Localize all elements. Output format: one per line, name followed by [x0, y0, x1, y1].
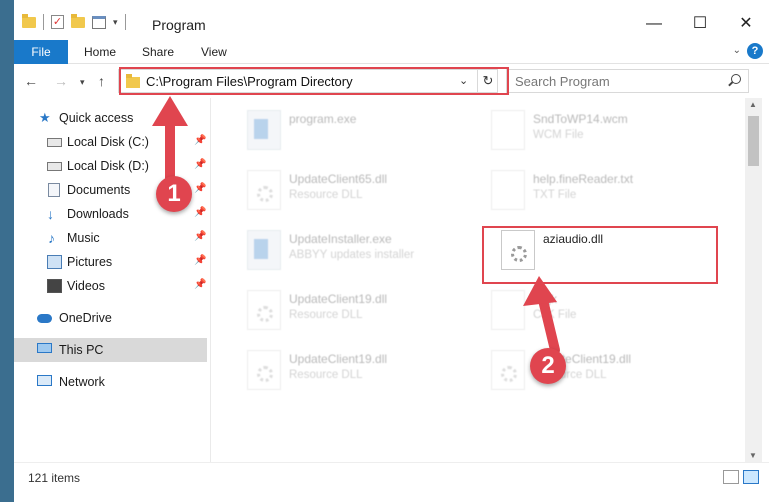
callout-number-2: 2	[530, 348, 566, 384]
search-input[interactable]: Search Program	[506, 69, 749, 93]
file-type: Resource DLL	[289, 309, 363, 321]
star-icon: ★	[39, 110, 51, 125]
disk-icon	[47, 162, 62, 171]
forward-arrow-icon[interactable]: →	[54, 73, 68, 89]
tab-view[interactable]: View	[201, 40, 227, 64]
file-name: UpdateClient65.dll	[289, 172, 388, 186]
file-item[interactable]: help.fineReader.txt TXT File	[481, 162, 721, 222]
pin-icon[interactable]: 📌	[194, 279, 206, 290]
file-type: Resource DLL	[289, 189, 363, 201]
nav-label: Music	[67, 231, 100, 245]
file-item[interactable]: SndToWP14.wcm WCM File	[481, 102, 721, 162]
file-name: help.fineReader.txt	[533, 172, 634, 186]
file-name: UpdateInstaller.exe	[289, 232, 392, 246]
view-toggle	[723, 470, 759, 484]
properties-check-icon[interactable]: ✓	[51, 15, 64, 29]
file-item[interactable]: UpdateInstaller.exe ABBYY updates instal…	[237, 222, 477, 282]
close-button[interactable]: ✕	[723, 10, 769, 40]
file-type: WCM File	[533, 129, 584, 141]
item-count: 121 items	[28, 471, 81, 485]
scroll-thumb[interactable]	[748, 116, 759, 166]
file-type: TXT File	[533, 189, 577, 201]
recent-locations-chevron-icon[interactable]: ▾	[80, 77, 85, 88]
file-item[interactable]: program.exe	[237, 102, 477, 162]
search-placeholder: Search Program	[515, 74, 610, 89]
toolbar-separator	[43, 14, 44, 30]
callout-number-1: 1	[156, 176, 192, 212]
music-icon: ♪	[48, 230, 55, 246]
nav-item-onedrive[interactable]: OneDrive	[14, 306, 207, 330]
nav-item-music[interactable]: ♪ Music 📌	[14, 226, 207, 250]
file-item[interactable]: UpdateClient19.dll Resource DLL	[237, 282, 477, 342]
folder-icon	[22, 13, 36, 28]
pin-icon[interactable]: 📌	[194, 255, 206, 266]
explorer-window: ✓ ▾ Program — ☐ ✕ File Home Share View ⌄…	[14, 0, 769, 502]
disk-icon	[47, 138, 62, 147]
exe-file-icon	[247, 110, 281, 150]
expand-ribbon-chevron-icon[interactable]: ⌄	[733, 45, 741, 56]
file-item[interactable]: UpdateClient19.dll Resource DLL	[237, 342, 477, 402]
text-file-icon	[491, 170, 525, 210]
text-file-icon	[491, 110, 525, 150]
up-arrow-icon[interactable]: ↑	[98, 73, 105, 89]
vertical-scrollbar[interactable]: ▲ ▼	[745, 98, 762, 462]
nav-label: OneDrive	[59, 311, 112, 325]
details-view-icon[interactable]	[723, 470, 739, 484]
ribbon-tabs: File Home Share View ⌄ ?	[14, 40, 769, 100]
cloud-icon	[37, 314, 52, 323]
toolbar-separator	[124, 14, 126, 30]
dll-file-icon	[247, 170, 281, 210]
nav-label: Downloads	[67, 207, 129, 221]
back-arrow-icon[interactable]: ←	[24, 73, 38, 89]
address-bar-highlight	[119, 67, 509, 95]
arrow-2-icon	[523, 276, 560, 355]
nav-item-this-pc[interactable]: This PC	[14, 338, 207, 362]
pc-icon	[37, 343, 52, 353]
nav-item-network[interactable]: Network	[14, 370, 207, 394]
videos-icon	[47, 279, 62, 293]
scroll-up-icon[interactable]: ▲	[749, 100, 757, 109]
nav-item-videos[interactable]: Videos 📌	[14, 274, 207, 298]
nav-item-pictures[interactable]: Pictures 📌	[14, 250, 207, 274]
window-title: Program	[152, 17, 206, 33]
dll-file-icon	[247, 350, 281, 390]
file-item[interactable]: UpdateClient65.dll Resource DLL	[237, 162, 477, 222]
minimize-button[interactable]: —	[631, 10, 677, 40]
nav-label: Videos	[67, 279, 105, 293]
exe-file-icon	[247, 230, 281, 270]
dll-file-icon	[247, 290, 281, 330]
nav-label: Network	[59, 375, 105, 389]
documents-icon	[48, 183, 60, 197]
quick-access-toolbar: ✓ ▾	[22, 13, 126, 30]
file-type: Resource DLL	[289, 369, 363, 381]
nav-label: Pictures	[67, 255, 113, 269]
pin-icon[interactable]: 📌	[194, 207, 206, 218]
large-icons-view-icon[interactable]	[743, 470, 759, 484]
scroll-down-icon[interactable]: ▼	[749, 451, 757, 460]
tab-share[interactable]: Share	[142, 40, 174, 64]
downloads-icon: ↓	[47, 206, 54, 222]
nav-label: This PC	[59, 343, 104, 357]
status-bar: 121 items	[14, 462, 769, 502]
pictures-icon	[47, 255, 62, 269]
nav-label: Local Disk (D:)	[67, 159, 149, 173]
properties-icon[interactable]	[92, 15, 106, 29]
pin-icon[interactable]: 📌	[194, 231, 206, 242]
file-type: ABBYY updates installer	[289, 249, 415, 261]
network-icon	[37, 375, 52, 386]
nav-label: Quick access	[59, 111, 134, 125]
file-name: program.exe	[289, 112, 357, 126]
search-icon	[731, 74, 741, 84]
file-name: UpdateClient19.dll	[289, 352, 388, 366]
window-controls: — ☐ ✕	[631, 10, 769, 40]
customize-toolbar-chevron-icon[interactable]: ▾	[113, 17, 118, 28]
file-name: SndToWP14.wcm	[533, 112, 628, 126]
file-name: UpdateClient19.dll	[289, 292, 388, 306]
nav-label: Documents	[67, 183, 131, 197]
new-folder-icon[interactable]	[71, 13, 85, 28]
nav-label: Local Disk (C:)	[67, 135, 149, 149]
tab-home[interactable]: Home	[84, 40, 116, 64]
help-icon[interactable]: ?	[747, 43, 763, 59]
maximize-button[interactable]: ☐	[677, 10, 723, 40]
